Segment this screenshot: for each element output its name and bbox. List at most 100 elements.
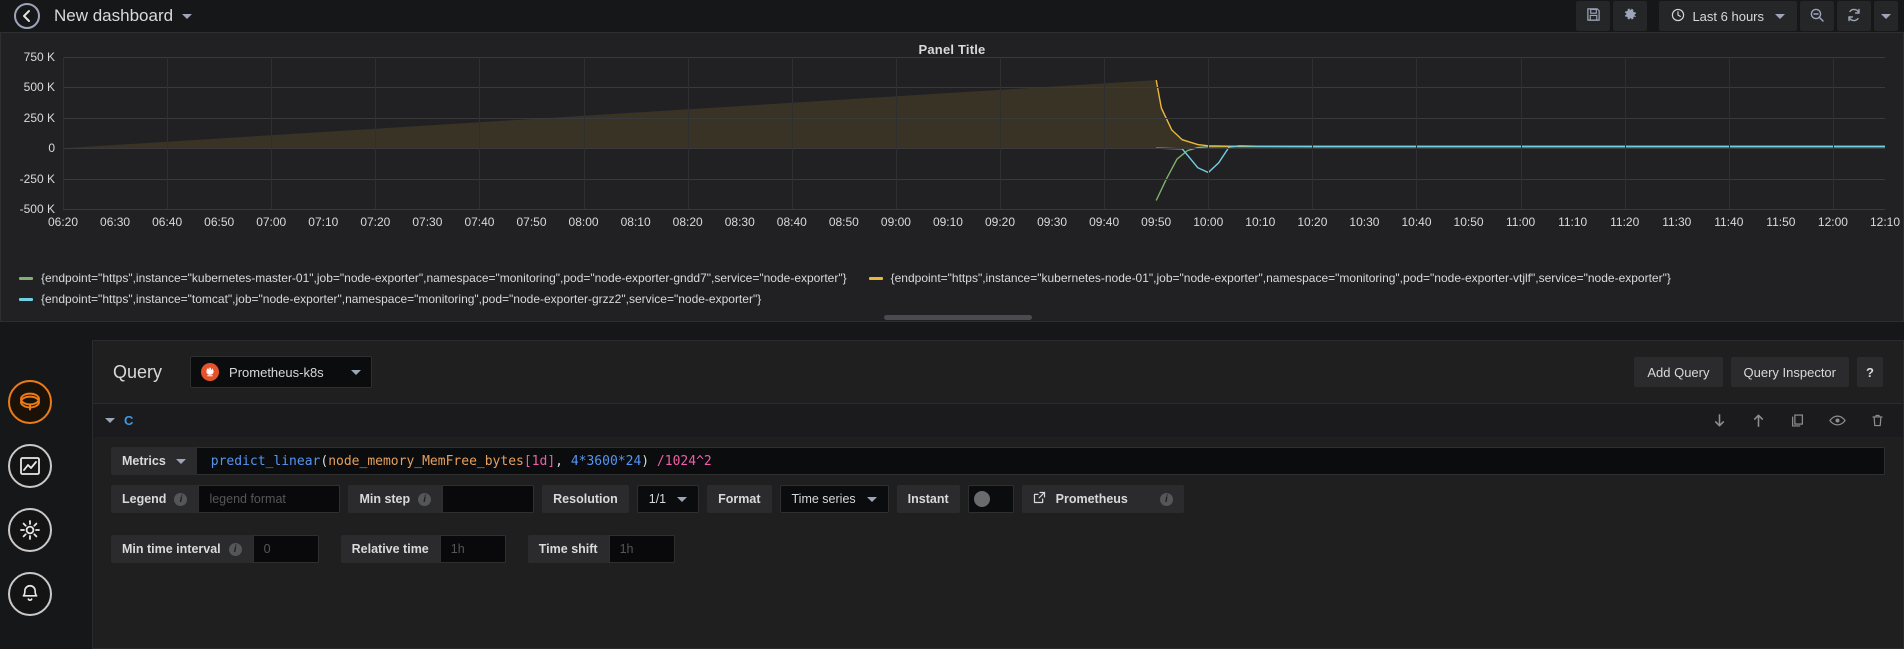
collapse-chevron-down-icon[interactable] [105, 418, 115, 423]
save-disk-icon [1586, 7, 1601, 25]
query-ref-id[interactable]: C [124, 413, 133, 428]
y-axis-tick: 0 [48, 141, 55, 156]
x-axis-tick: 07:20 [360, 215, 391, 229]
x-axis-tick: 11:20 [1610, 215, 1640, 229]
legend-format-input[interactable]: legend format [198, 485, 341, 513]
bell-icon [19, 583, 41, 605]
duplicate-query-icon[interactable] [1790, 413, 1805, 428]
toggle-visibility-icon[interactable] [1829, 413, 1846, 428]
expression-token: ) [641, 453, 650, 469]
move-down-icon[interactable] [1712, 413, 1727, 428]
legend-series-label[interactable]: {endpoint="https",instance="tomcat",job=… [41, 292, 761, 306]
query-row-header[interactable]: C [93, 403, 1903, 437]
gridline-vertical [687, 57, 689, 209]
min-step-input[interactable] [442, 485, 535, 513]
info-icon[interactable]: i [174, 492, 188, 506]
relative-time-input[interactable]: 1h [439, 535, 506, 563]
refresh-interval-dropdown[interactable] [1874, 1, 1898, 31]
promql-expression-input[interactable]: predict_linear(node_memory_MemFree_bytes… [196, 447, 1885, 475]
query-row-actions [1712, 413, 1885, 428]
time-shift-label: Time shift [527, 535, 609, 563]
query-editor-header: Query Prometheus-k8s Add Query Query Ins… [93, 341, 1903, 403]
save-dashboard-button[interactable] [1576, 1, 1611, 31]
gear-icon [1622, 7, 1638, 26]
x-axis-tick: 10:50 [1453, 215, 1484, 229]
query-help-button[interactable]: ? [1857, 357, 1883, 387]
min-step-label-group: Min step i [348, 485, 443, 513]
format-label: Format [707, 485, 772, 513]
x-axis-tick: 08:20 [672, 215, 703, 229]
y-axis-tick: 500 K [23, 80, 55, 95]
legend-item[interactable]: {endpoint="https",instance="kubernetes-m… [19, 271, 847, 285]
metrics-expression-row: Metrics predict_linear(node_memory_MemFr… [111, 447, 1885, 475]
legend-series-label[interactable]: {endpoint="https",instance="kubernetes-n… [891, 271, 1671, 285]
x-axis-tick: 08:10 [620, 215, 651, 229]
panel-title: Panel Title [918, 42, 986, 57]
add-query-button[interactable]: Add Query [1634, 357, 1723, 387]
gridline-horizontal [63, 57, 1885, 58]
x-axis-tick: 11:30 [1662, 215, 1692, 229]
delete-query-icon[interactable] [1870, 413, 1885, 428]
datasource-picker[interactable]: Prometheus-k8s [190, 356, 373, 388]
legend-row-1: {endpoint="https",instance="kubernetes-m… [19, 271, 1887, 292]
queries-settings-orb[interactable] [8, 508, 52, 552]
x-axis-tick: 09:10 [932, 215, 963, 229]
legend-label-group: Legend i [111, 485, 199, 513]
x-axis-tick: 11:40 [1714, 215, 1744, 229]
info-icon[interactable]: i [418, 492, 432, 506]
prometheus-docs-link[interactable]: Prometheus i [1021, 485, 1184, 513]
expression-token: , [555, 453, 571, 469]
format-select[interactable]: Time series [779, 485, 889, 513]
gridline-horizontal [63, 117, 1885, 119]
instant-toggle[interactable] [967, 485, 1014, 513]
instant-toggle-knob [973, 491, 990, 507]
move-up-icon[interactable] [1751, 413, 1766, 428]
query-inspector-button[interactable]: Query Inspector [1730, 357, 1849, 387]
x-axis-tick: 08:40 [776, 215, 807, 229]
y-axis-tick: -250 K [19, 171, 55, 186]
back-button[interactable] [14, 3, 40, 29]
refresh-chevron-down-icon [1881, 13, 1891, 19]
panel-horizontal-scrollbar[interactable] [884, 315, 1032, 320]
legend-item[interactable]: {endpoint="https",instance="kubernetes-n… [868, 271, 1671, 285]
time-range-label: Last 6 hours [1692, 8, 1764, 24]
info-icon[interactable]: i [228, 542, 242, 556]
info-icon[interactable]: i [1159, 492, 1173, 506]
zoom-out-time-button[interactable] [1800, 1, 1834, 31]
x-axis-tick: 06:30 [100, 215, 131, 229]
alert-orb[interactable] [8, 572, 52, 616]
grafana-logo-orb[interactable] [8, 380, 52, 424]
min-time-interval-input[interactable]: 0 [252, 535, 319, 563]
gridline-vertical [375, 57, 377, 209]
dashboard-title[interactable]: New dashboard [54, 6, 173, 26]
legend-item[interactable]: {endpoint="https",instance="tomcat",job=… [19, 292, 761, 306]
legend-color-swatch[interactable] [19, 276, 33, 280]
graph-canvas[interactable]: 750 K 500 K 250 K 0 -250 K -500 K 06:20 06:30 0… [1, 50, 1904, 257]
legend-row-2: {endpoint="https",instance="tomcat",job=… [19, 292, 1887, 313]
gridline-vertical [1416, 57, 1418, 209]
x-axis-tick: 12:10 [1869, 215, 1901, 229]
refresh-dashboard-button[interactable] [1837, 1, 1871, 31]
x-axis-tick: 11:50 [1766, 215, 1796, 229]
metrics-dropdown[interactable]: Metrics [111, 447, 197, 475]
legend-series-label[interactable]: {endpoint="https",instance="kubernetes-m… [41, 271, 847, 285]
plot-area[interactable] [63, 57, 1885, 210]
dashboard-settings-button[interactable] [1613, 1, 1648, 31]
resolution-value: 1/1 [648, 492, 667, 506]
top-navbar: New dashboard Last 6 hours [0, 0, 1904, 32]
legend-color-swatch[interactable] [19, 297, 33, 301]
query-header-actions: Add Query Query Inspector ? [1634, 357, 1883, 387]
x-axis-tick: 10:10 [1245, 215, 1276, 229]
dashboard-title-chevron-down-icon[interactable] [182, 13, 193, 19]
time-shift-input[interactable]: 1h [608, 535, 675, 563]
format-chevron-down-icon [866, 496, 877, 502]
min-time-interval-placeholder: 0 [263, 542, 271, 556]
gridline-horizontal [63, 178, 1885, 180]
min-time-interval-group: Min time interval i 0 [111, 535, 319, 563]
x-axis-tick: 12:00 [1817, 215, 1848, 229]
resolution-select[interactable]: 1/1 [636, 485, 700, 513]
time-range-picker[interactable]: Last 6 hours [1659, 1, 1797, 31]
legend-color-swatch[interactable] [868, 276, 883, 280]
gridline-vertical [1728, 57, 1730, 209]
visualization-orb[interactable] [8, 444, 52, 488]
